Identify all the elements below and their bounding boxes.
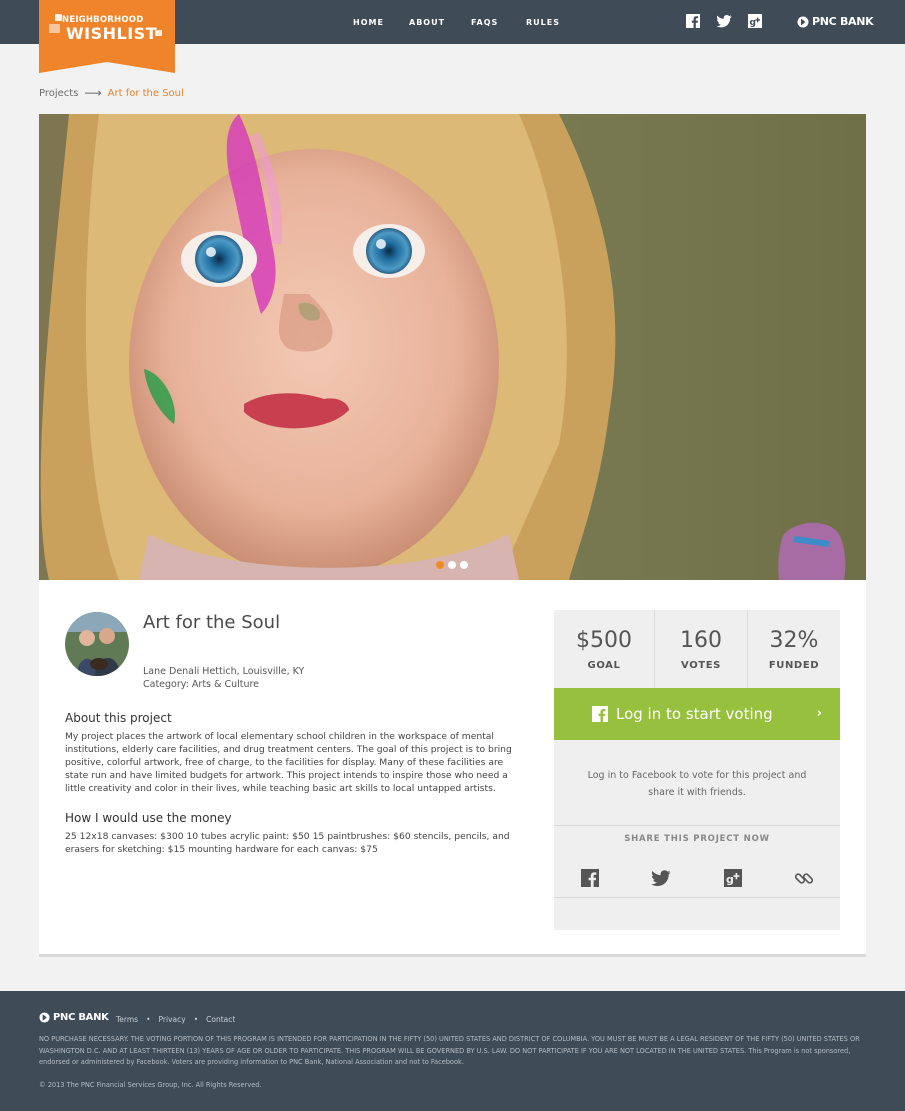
nav-faqs[interactable]: FAQS [471, 18, 498, 27]
project-author: Lane Denali Hettich, Louisville, KY [143, 666, 305, 677]
divider [554, 825, 840, 826]
svg-text:g: g [726, 873, 734, 886]
neighborhood-wishlist-logo[interactable]: NEIGHBORHOOD WISHLIST [39, 0, 175, 73]
footer-separator: • [193, 1015, 199, 1024]
stat-funded-label: FUNDED [768, 660, 820, 671]
stat-goal-label: GOAL [587, 660, 621, 671]
share-twitter-icon[interactable] [651, 868, 671, 888]
project-hero-image [39, 114, 866, 580]
stat-votes-label: VOTES [681, 660, 721, 671]
share-heading: SHARE THIS PROJECT NOW [624, 834, 770, 844]
breadcrumb-projects-link[interactable]: Projects [39, 88, 78, 99]
project-title: Art for the Soul [143, 612, 281, 633]
footer-bank-name: PNC BANK [53, 1012, 109, 1023]
stat-goal: $500 GOAL [554, 610, 654, 688]
carousel-dot-3[interactable] [460, 561, 468, 569]
footer-copyright: © 2013 The PNC Financial Services Group,… [39, 1081, 262, 1089]
stat-funded: 32% FUNDED [748, 610, 840, 688]
money-text: 25 12x18 canvases: $300 10 tubes acrylic… [65, 831, 510, 855]
chevron-right-icon: › [816, 706, 822, 721]
logo-text-line2: WISHLIST [66, 24, 158, 43]
facebook-icon [592, 706, 608, 722]
breadcrumb-current: Art for the Soul [107, 87, 184, 99]
pnc-logo-icon [39, 1012, 50, 1023]
carousel-dots [436, 561, 468, 569]
stat-votes: 160 VOTES [655, 610, 747, 688]
share-facebook-icon[interactable] [580, 868, 600, 888]
author-photo [65, 612, 129, 676]
hero-photo-child-painted-face [39, 114, 866, 580]
money-heading: How I would use the money [65, 811, 232, 825]
google-plus-icon[interactable]: g [747, 13, 763, 29]
author-avatar [65, 612, 129, 676]
stat-funded-value: 32% [769, 628, 819, 653]
twitter-icon[interactable] [716, 13, 732, 29]
about-heading: About this project [65, 711, 172, 725]
stat-goal-value: $500 [576, 628, 632, 653]
carousel-dot-2[interactable] [448, 561, 456, 569]
divider [554, 897, 840, 898]
svg-text:g: g [750, 18, 756, 28]
share-google-plus-icon[interactable]: g [723, 868, 743, 888]
nav-home[interactable]: HOME [353, 18, 384, 27]
breadcrumb: Projects ⟶ Art for the Soul [39, 86, 184, 100]
footer-links: Terms • Privacy • Contact [116, 1015, 235, 1024]
footer-legal-text: NO PURCHASE NECESSARY. THE VOTING PORTIO… [39, 1035, 860, 1066]
stat-votes-value: 160 [680, 628, 722, 653]
about-text: My project places the artwork of local e… [65, 731, 512, 794]
share-link-icon[interactable] [794, 868, 814, 888]
nav-rules[interactable]: RULES [526, 18, 560, 27]
breadcrumb-arrow-icon: ⟶ [84, 86, 102, 100]
pnc-logo-icon [797, 16, 809, 27]
carousel-dot-1[interactable] [436, 561, 444, 569]
footer-separator: • [146, 1015, 151, 1024]
facebook-icon[interactable] [685, 13, 701, 29]
footer-pnc-logo[interactable]: PNC BANK [39, 1012, 109, 1023]
project-category: Category: Arts & Culture [143, 679, 260, 690]
footer-link-privacy[interactable]: Privacy [159, 1015, 186, 1024]
pnc-bank-name: PNC BANK [812, 15, 874, 28]
pnc-bank-logo[interactable]: PNC BANK [797, 15, 874, 28]
login-note: Log in to Facebook to vote for this proj… [587, 770, 807, 798]
facebook-login-vote-button[interactable]: Log in to start voting › [554, 688, 840, 740]
footer-link-contact[interactable]: Contact [206, 1015, 235, 1024]
footer-link-terms[interactable]: Terms [116, 1015, 138, 1024]
login-button-label: Log in to start voting [616, 705, 773, 723]
nav-about[interactable]: ABOUT [409, 18, 445, 27]
